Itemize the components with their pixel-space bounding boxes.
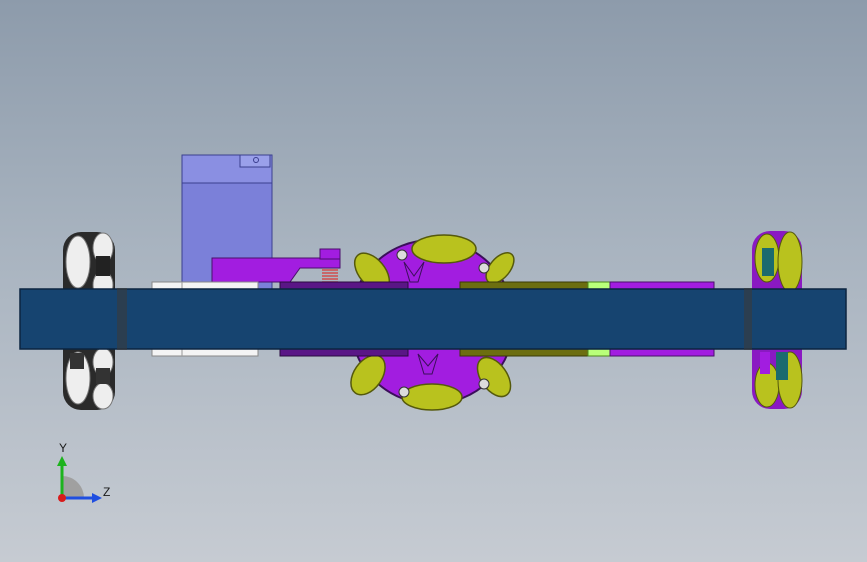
left-axle: [117, 288, 127, 350]
cad-graphics-viewport[interactable]: Y Z: [0, 0, 867, 562]
spring: [322, 269, 338, 283]
right-axle: [744, 288, 752, 350]
z-axis-label: Z: [103, 485, 111, 499]
robot-chassis-model[interactable]: [0, 0, 867, 562]
y-axis-label: Y: [59, 441, 68, 455]
coordinate-triad: [57, 456, 102, 503]
main-frame-beam[interactable]: [19, 288, 847, 350]
